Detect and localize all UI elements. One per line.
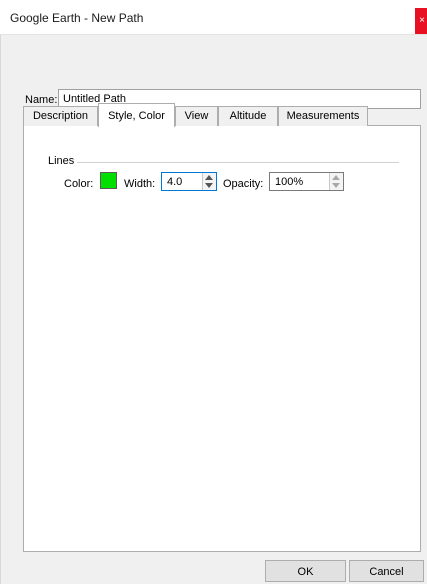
cancel-button[interactable]: Cancel [349, 560, 424, 582]
spin-up-icon[interactable] [205, 175, 213, 180]
opacity-stepper-buttons[interactable] [329, 173, 343, 190]
width-stepper[interactable]: 4.0 [161, 172, 217, 191]
tab-altitude[interactable]: Altitude [218, 106, 278, 126]
opacity-stepper[interactable]: 100% [269, 172, 344, 191]
close-icon[interactable]: × [415, 8, 427, 34]
title-bar: Google Earth - New Path × [0, 0, 427, 35]
color-label: Color: [64, 178, 94, 190]
width-stepper-buttons[interactable] [202, 173, 216, 190]
tab-description[interactable]: Description [23, 106, 98, 126]
opacity-label: Opacity: [223, 178, 264, 190]
window-left-edge [0, 34, 1, 584]
lines-group-label: Lines [48, 155, 75, 167]
spin-down-icon[interactable] [205, 183, 213, 188]
spin-up-icon[interactable] [332, 175, 340, 180]
line-color-swatch[interactable] [100, 172, 117, 189]
ok-button[interactable]: OK [265, 560, 346, 582]
tab-measurements[interactable]: Measurements [278, 106, 368, 126]
opacity-value: 100% [275, 176, 304, 188]
width-label: Width: [124, 178, 156, 190]
tab-style-color[interactable]: Style, Color [98, 103, 175, 127]
tab-view[interactable]: View [175, 106, 218, 126]
width-value: 4.0 [167, 176, 183, 188]
spin-down-icon[interactable] [332, 183, 340, 188]
window-title: Google Earth - New Path [10, 11, 144, 25]
name-label: Name: [25, 94, 58, 106]
lines-group-divider [77, 162, 399, 163]
